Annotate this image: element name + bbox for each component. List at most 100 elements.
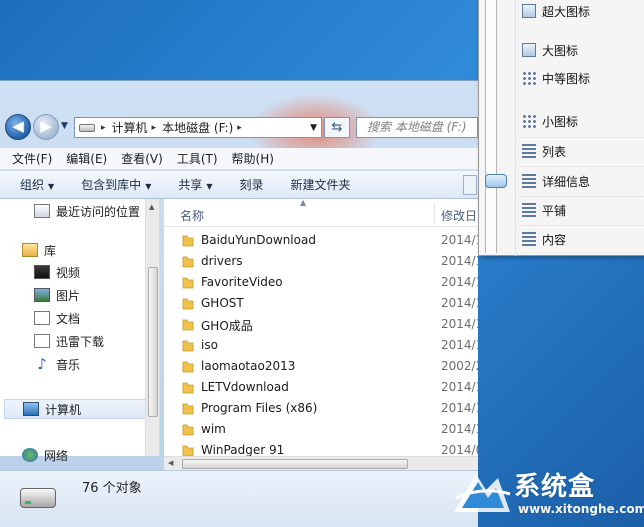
organize-button[interactable]: 组织 ▼: [20, 176, 54, 193]
table-row[interactable]: iso2014/12/8 10:48文: [164, 335, 478, 356]
menu-separator: [515, 0, 516, 256]
details-pane: 76 个对象: [0, 470, 478, 527]
breadcrumb-chevron-icon[interactable]: ▸: [152, 123, 157, 133]
menu-item-extra-large-icons[interactable]: 超大图标: [522, 0, 642, 22]
menu-item-tiles[interactable]: 平铺: [522, 199, 642, 221]
share-button[interactable]: 共享 ▼: [178, 176, 212, 193]
menu-item-list[interactable]: 列表: [522, 140, 642, 162]
forward-button[interactable]: ▶: [33, 114, 59, 140]
recent-pages-dropdown-icon[interactable]: ▼: [61, 121, 68, 131]
include-in-library-label: 包含到库中: [81, 178, 142, 192]
drive-icon: [79, 123, 95, 132]
file-name: drivers: [201, 254, 243, 268]
nav-item-label: 图片: [56, 288, 81, 303]
table-row[interactable]: GHO成品2014/11/1 15:00文: [164, 314, 478, 335]
nav-item-videos[interactable]: 视频: [34, 262, 80, 282]
document-library-icon: [34, 311, 50, 325]
picture-library-icon: [34, 288, 50, 302]
nav-item-network[interactable]: 网络: [22, 445, 68, 465]
folder-icon: [182, 277, 194, 289]
site-watermark-logo: 系统盒 www.xitonghe.com: [452, 462, 644, 524]
folder-icon: [182, 403, 194, 415]
details-view-icon: [522, 174, 536, 188]
network-icon: [22, 448, 38, 462]
breadcrumb-drive-f[interactable]: 本地磁盘 (F:): [162, 119, 233, 136]
breadcrumb-chevron-icon[interactable]: ▸: [237, 123, 242, 133]
scroll-up-arrow-icon[interactable]: ▲: [149, 203, 154, 211]
nav-item-label: 网络: [44, 448, 69, 463]
table-row[interactable]: drivers2014/11/29 9:39文: [164, 251, 478, 272]
column-header-row: ▲ 名称 修改日: [164, 199, 478, 227]
table-row[interactable]: laomaotao20132002/2/25 7:57文: [164, 356, 478, 377]
menu-item-large-icons[interactable]: 大图标: [522, 39, 642, 61]
table-row[interactable]: GHOST2014/12/17 10:31文: [164, 293, 478, 314]
include-in-library-button[interactable]: 包含到库中 ▼: [81, 176, 151, 193]
menu-item-medium-icons[interactable]: 中等图标: [522, 67, 642, 89]
file-name: laomaotao2013: [201, 359, 296, 373]
scrollbar-thumb[interactable]: [182, 459, 408, 469]
nav-item-documents[interactable]: 文档: [34, 308, 80, 328]
back-button[interactable]: ◀: [5, 114, 31, 140]
folder-icon: [182, 382, 194, 394]
view-size-slider-track[interactable]: [485, 0, 497, 253]
folder-icon: [182, 361, 194, 373]
nav-item-libraries[interactable]: 库: [22, 240, 56, 260]
breadcrumb-computer[interactable]: 计算机: [112, 119, 148, 136]
hard-drive-icon: [20, 488, 56, 508]
video-library-icon: [34, 265, 50, 279]
menu-tools[interactable]: 工具(T): [177, 150, 218, 167]
file-modified-date: 2014/11/25 10:39: [441, 380, 478, 394]
menu-item-label: 详细信息: [542, 174, 591, 189]
tiles-view-icon: [522, 203, 536, 217]
nav-item-computer[interactable]: 计算机: [4, 399, 146, 419]
nav-item-pictures[interactable]: 图片: [34, 285, 80, 305]
menu-item-label: 平铺: [542, 203, 567, 218]
column-header-modified[interactable]: 修改日: [441, 207, 477, 224]
menu-item-details[interactable]: 详细信息: [522, 170, 642, 192]
nav-item-thunder-downloads[interactable]: 迅雷下载: [34, 331, 104, 351]
burn-button[interactable]: 刻录: [240, 176, 264, 193]
chevron-down-icon: ▼: [145, 182, 152, 191]
file-name: BaiduYunDownload: [201, 233, 316, 247]
scroll-left-arrow-icon[interactable]: ◀: [168, 459, 173, 467]
scrollbar-thumb[interactable]: [148, 267, 158, 417]
menu-divider: [519, 196, 643, 197]
table-row[interactable]: FavoriteVideo2014/11/23 20:09文: [164, 272, 478, 293]
menu-item-label: 内容: [542, 232, 567, 247]
menu-help[interactable]: 帮助(H): [232, 150, 274, 167]
menu-view[interactable]: 查看(V): [121, 150, 163, 167]
menu-file[interactable]: 文件(F): [12, 150, 52, 167]
address-bar[interactable]: ▸ 计算机 ▸ 本地磁盘 (F:) ▸ ▼: [74, 117, 322, 138]
nav-item-recent-places[interactable]: 最近访问的位置: [34, 201, 140, 221]
file-name: wim: [201, 422, 226, 436]
menu-item-content[interactable]: 内容: [522, 228, 642, 250]
table-row[interactable]: wim2014/11/29 10:45文: [164, 419, 478, 440]
search-input[interactable]: 搜索 本地磁盘 (F:): [356, 117, 478, 138]
column-header-name[interactable]: 名称: [180, 207, 204, 224]
breadcrumb-chevron-icon[interactable]: ▸: [101, 123, 106, 133]
nav-item-music[interactable]: ♪ 音乐: [34, 354, 80, 374]
menu-divider: [519, 137, 643, 138]
new-folder-button[interactable]: 新建文件夹: [291, 176, 351, 193]
table-row[interactable]: Program Files (x86)2014/11/29 10:06文: [164, 398, 478, 419]
small-icons-icon: [522, 114, 536, 128]
menu-item-label: 列表: [542, 144, 567, 159]
column-divider[interactable]: [434, 203, 435, 223]
change-view-button[interactable]: [463, 175, 477, 195]
menu-item-label: 中等图标: [542, 71, 591, 86]
file-modified-date: 2014/12/17 10:31: [441, 296, 478, 310]
view-menu: 超大图标 大图标 中等图标 小图标 列表 详细信息 平铺 内容: [478, 0, 644, 256]
address-dropdown-icon[interactable]: ▼: [310, 123, 317, 133]
view-size-slider-thumb[interactable]: [485, 174, 507, 188]
menu-edit[interactable]: 编辑(E): [66, 150, 107, 167]
horizontal-scrollbar[interactable]: ◀: [164, 456, 478, 470]
menu-divider: [519, 225, 643, 226]
table-row[interactable]: WinPadger 912014/0/15 20:40文: [164, 440, 478, 456]
menu-divider: [519, 166, 643, 167]
nav-pane-scrollbar[interactable]: ▲: [145, 199, 159, 456]
menu-item-small-icons[interactable]: 小图标: [522, 110, 642, 132]
table-row[interactable]: LETVdownload2014/11/25 10:39文: [164, 377, 478, 398]
refresh-button[interactable]: ⇆: [324, 117, 350, 138]
organize-label: 组织: [20, 178, 45, 192]
table-row[interactable]: BaiduYunDownload 2014/1: [164, 230, 478, 251]
